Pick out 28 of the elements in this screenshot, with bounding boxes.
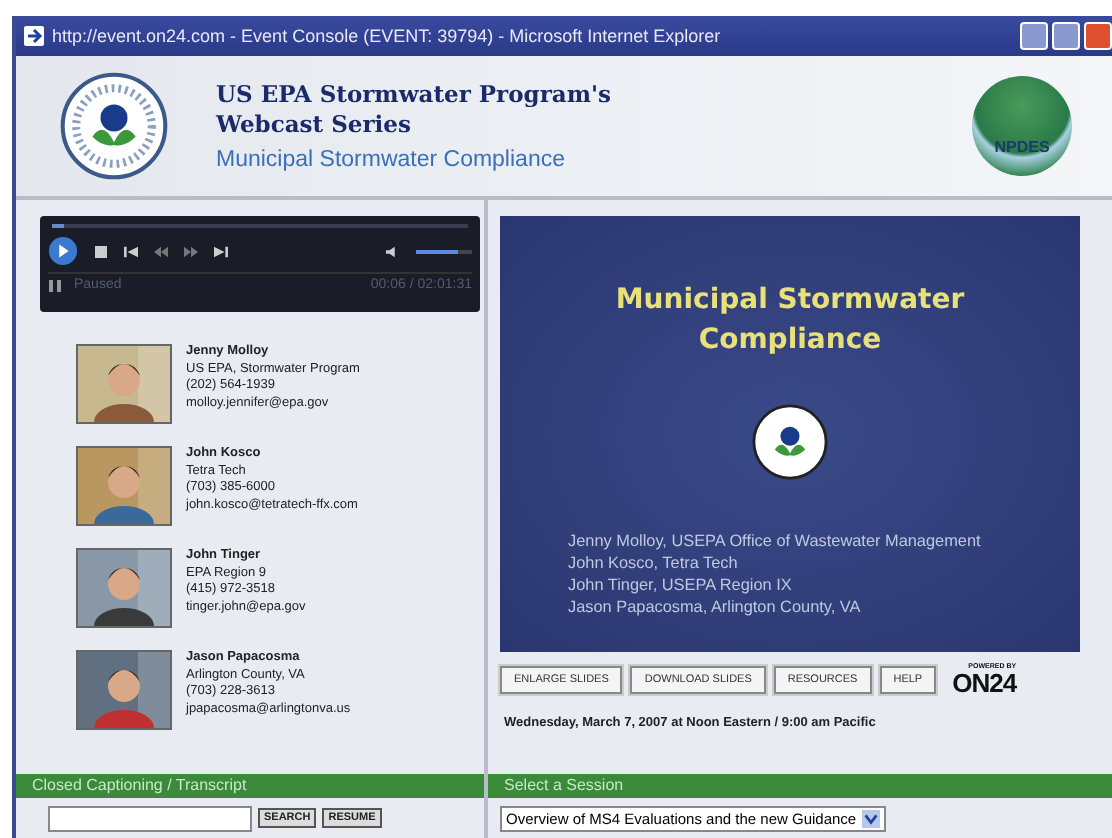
presenter-line: John Tinger, USEPA Region IX: [568, 574, 794, 596]
rewind-icon[interactable]: [154, 245, 168, 257]
webcast-subtitle: Municipal Stormwater Compliance: [216, 148, 567, 172]
previous-icon[interactable]: [124, 245, 138, 257]
minimize-button[interactable]: [1020, 22, 1048, 50]
maximize-button[interactable]: [1052, 22, 1080, 50]
play-button[interactable]: [48, 236, 78, 266]
browser-icon: [24, 26, 44, 46]
pause-icon[interactable]: [48, 279, 62, 291]
presenter-line: Jason Papacosma, Arlington County, VA: [568, 596, 863, 618]
section-header: Closed Captioning / Transcript: [16, 774, 484, 798]
speaker-icon[interactable]: [386, 245, 400, 257]
transcript-search-field[interactable]: [48, 805, 252, 831]
presenter-line: John Kosco, Tetra Tech: [568, 552, 740, 574]
dropdown-arrow-icon[interactable]: [862, 809, 881, 827]
series-title: US EPA Stormwater Program's Webcast Series: [216, 80, 613, 140]
seal-logo-icon: [60, 72, 168, 180]
window-title: http://event.on24.com - Event Console (EVENT: 39794) - Microsoft Internet Explorer: [52, 26, 721, 46]
close-button[interactable]: [1084, 22, 1112, 50]
brand-logo: ON24: [952, 670, 1017, 696]
seal-logo-icon: [752, 404, 828, 480]
stop-icon[interactable]: [94, 245, 108, 257]
section-header: Select a Session: [488, 774, 1112, 798]
fast-forward-icon[interactable]: [184, 245, 198, 257]
presenter-line: Jenny Molloy, USEPA Office of Wastewater Management: [568, 530, 981, 552]
npdes-logo: NPDES: [972, 76, 1072, 176]
slide-title: Municipal Stormwater Compliance: [615, 282, 965, 360]
next-icon[interactable]: [214, 245, 228, 257]
